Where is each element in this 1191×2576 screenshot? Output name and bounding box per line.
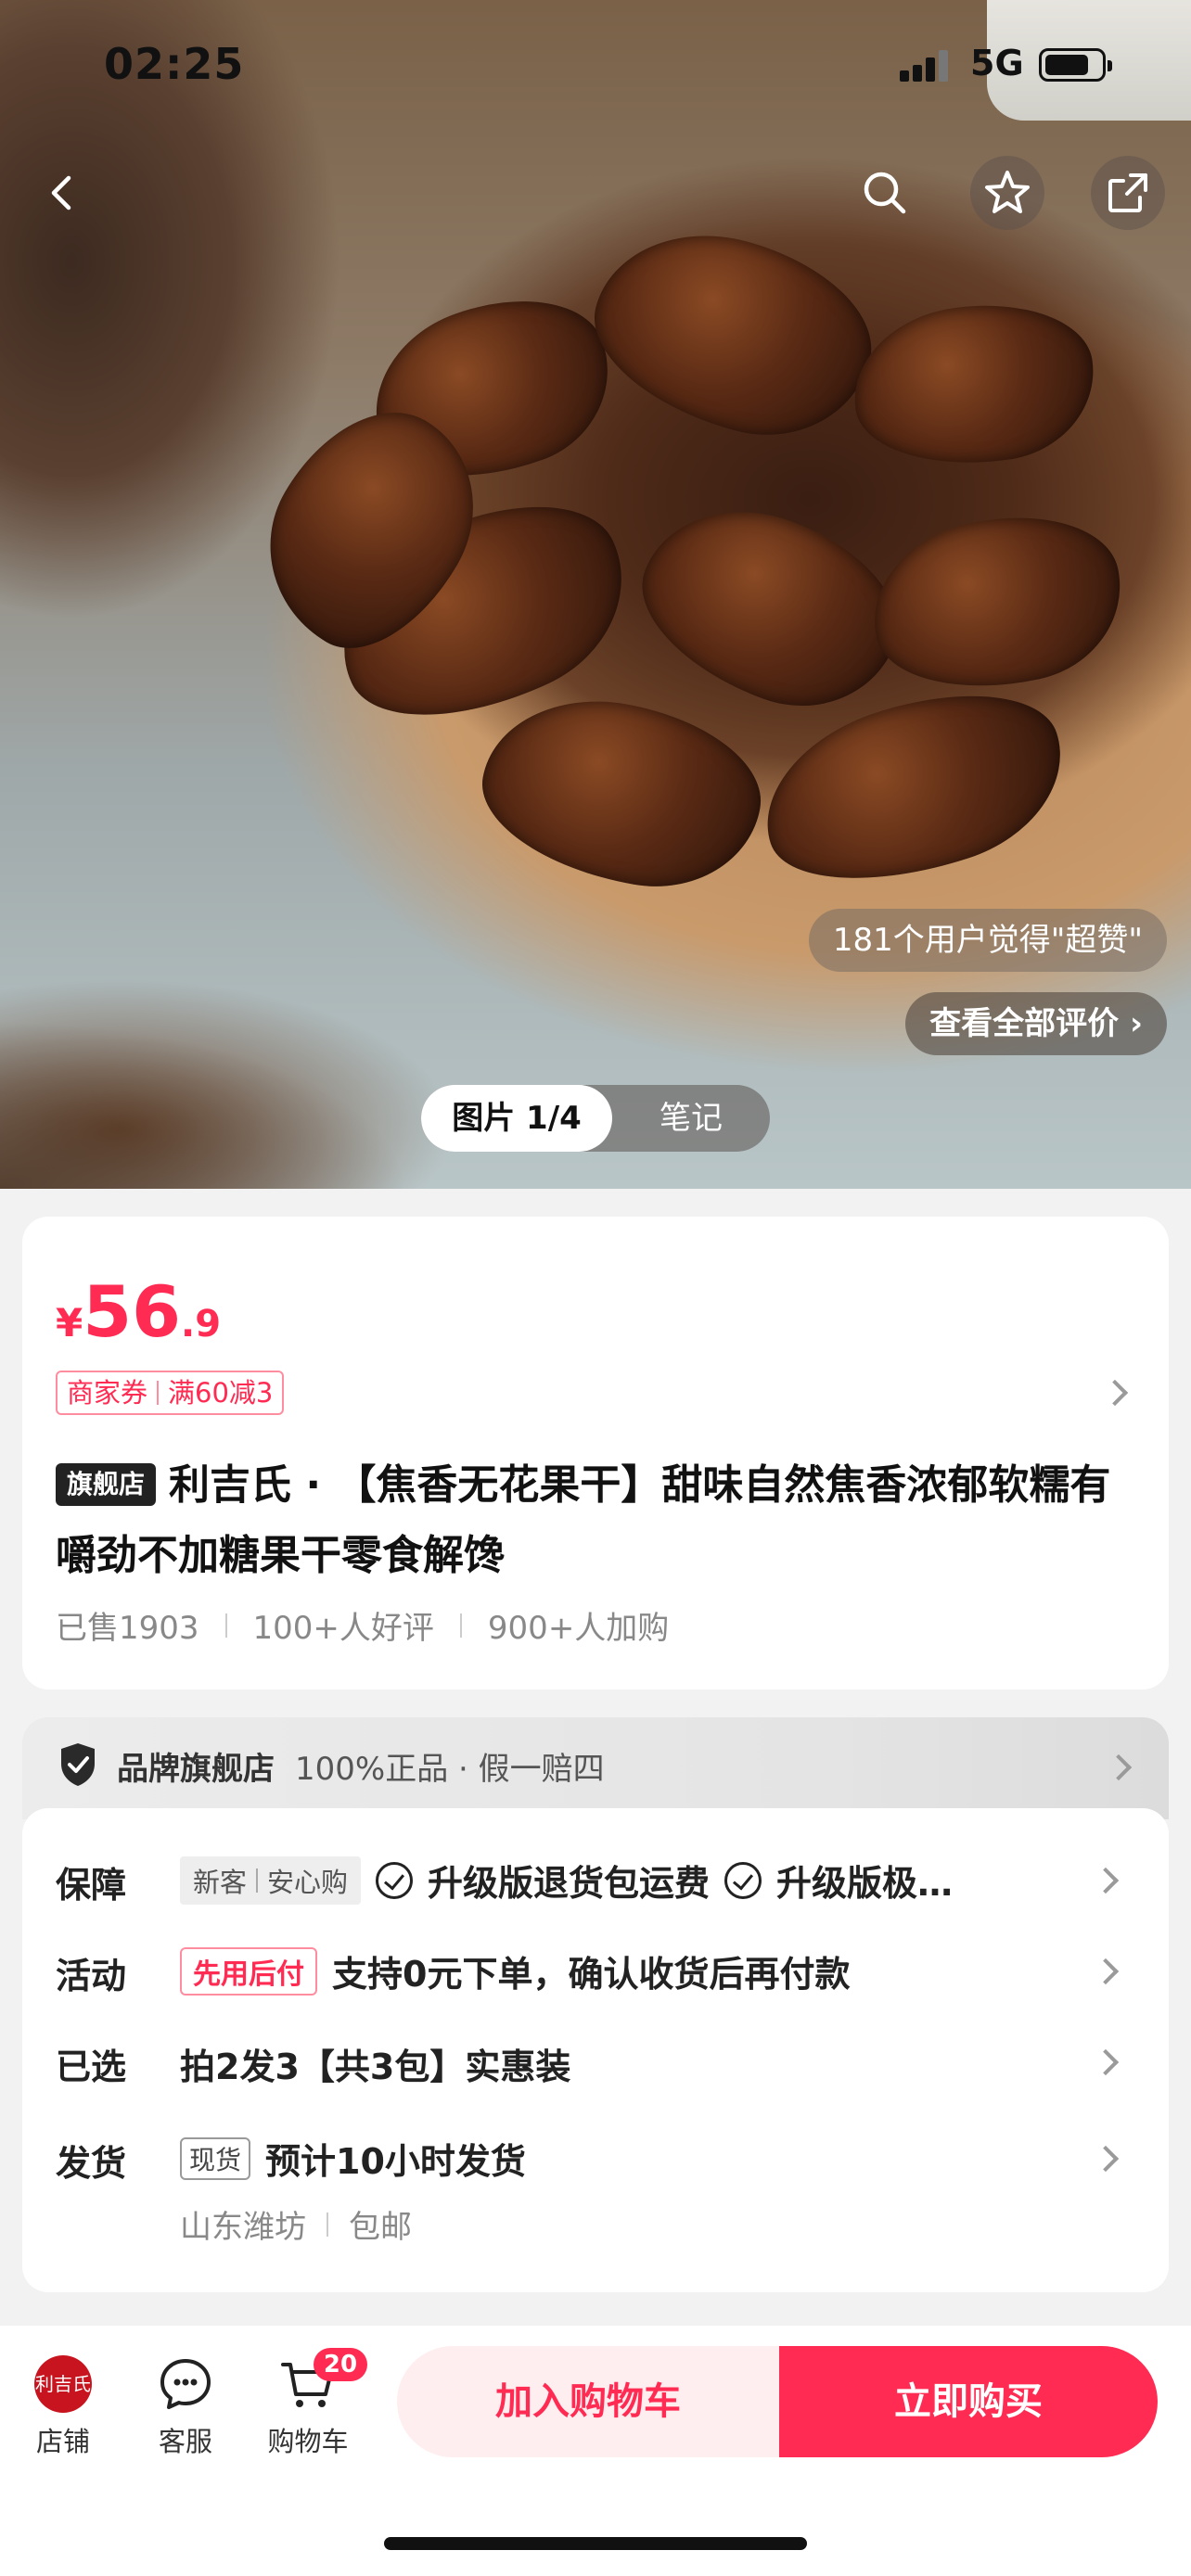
brand-banner[interactable]: 品牌旗舰店 100%正品 · 假一赔四 xyxy=(22,1717,1169,1819)
price: ¥56.9 xyxy=(56,1270,221,1353)
shield-icon xyxy=(61,1743,95,1786)
chevron-right-icon xyxy=(1105,1753,1133,1781)
service-label: 客服 xyxy=(158,2426,212,2457)
store-button[interactable]: 利吉氏 店铺 xyxy=(7,2355,119,2459)
share-icon xyxy=(1108,173,1147,212)
product-info-card: 保障 新客 安心购 升级版退货包运费 升级版极… 活动 先用后付 支持0元下单，… xyxy=(22,1808,1169,2292)
praise-count-pill: 181个用户觉得"超赞" xyxy=(808,909,1167,972)
price-integer: 56 xyxy=(83,1270,181,1353)
shipping-fee: 包邮 xyxy=(349,2209,412,2246)
guarantee-item-1: 升级版退货包运费 xyxy=(428,1863,711,1904)
add-cart-count: 900+人加购 xyxy=(487,1610,670,1647)
guarantee-item-2: 升级版极… xyxy=(776,1863,954,1904)
battery-level xyxy=(1045,55,1089,75)
status-bar: 02:25 5G xyxy=(0,0,1191,130)
stats-divider xyxy=(459,1613,462,1638)
brand-label: 品牌旗舰店 xyxy=(117,1751,275,1788)
coupon-tag[interactable]: 商家券 满60减3 xyxy=(56,1371,285,1415)
shipping-row[interactable]: 发货 现货 预计10小时发货 山东潍坊 包邮 xyxy=(56,2133,1141,2253)
chevron-right-icon xyxy=(1092,1867,1120,1894)
selected-row[interactable]: 已选 拍2发3【共3包】实惠装 xyxy=(56,2036,1141,2092)
star-icon xyxy=(985,171,1030,213)
chevron-right-icon xyxy=(1092,1958,1120,1985)
product-title: 旗舰店 利吉氏 · 【焦香无花果干】甜味自然焦香浓郁软糯有嚼劲不加糖果干零食解馋 xyxy=(56,1450,1141,1591)
guarantee-tag: 新客 安心购 xyxy=(180,1855,362,1905)
network-type: 5G xyxy=(970,43,1024,83)
brand-banner-text: 品牌旗舰店 100%正品 · 假一赔四 xyxy=(117,1743,605,1789)
cart-label: 购物车 xyxy=(267,2426,349,2457)
shipping-label: 发货 xyxy=(56,2143,127,2184)
battery-icon xyxy=(1039,48,1112,82)
shipping-content: 现货 预计10小时发货 xyxy=(180,2133,526,2184)
favorite-button[interactable] xyxy=(970,156,1044,230)
activity-text: 支持0元下单，确认收货后再付款 xyxy=(332,1954,851,1995)
home-indicator[interactable] xyxy=(384,2537,807,2550)
share-button[interactable] xyxy=(1091,156,1165,230)
price-decimal: .9 xyxy=(181,1303,222,1345)
guarantee-tag-b: 安心购 xyxy=(267,1866,349,1898)
add-to-cart-button[interactable]: 加入购物车 xyxy=(397,2346,779,2457)
shipping-details: 山东潍坊 包邮 xyxy=(180,2201,412,2247)
shipping-eta: 预计10小时发货 xyxy=(265,2141,526,2182)
coupon-label: 商家券 xyxy=(67,1377,148,1409)
sales-stats: 已售1903 100+人好评 900+人加购 xyxy=(56,1602,669,1648)
good-review-count: 100+人好评 xyxy=(252,1610,434,1647)
guarantee-tag-divider xyxy=(256,1868,259,1893)
shipping-divider xyxy=(327,2212,328,2237)
check-icon xyxy=(724,1861,762,1899)
selected-label: 已选 xyxy=(56,2047,127,2087)
buy-now-button[interactable]: 立即购买 xyxy=(779,2346,1158,2457)
signal-icon xyxy=(900,50,948,82)
media-tabs: 图片 1/4 笔记 xyxy=(421,1085,770,1152)
product-title-text: 利吉氏 · 【焦香无花果干】甜味自然焦香浓郁软糯有嚼劲不加糖果干零食解馋 xyxy=(56,1461,1111,1579)
tab-notes[interactable]: 笔记 xyxy=(612,1085,770,1152)
product-detail-page: 02:25 5G 181个用户觉得"超赞" 查看全部评价 › 图片 1/4 笔记… xyxy=(0,0,1191,2576)
coupon-value: 满60减3 xyxy=(168,1377,274,1409)
pay-later-tag: 先用后付 xyxy=(180,1946,317,1996)
search-icon xyxy=(864,172,906,214)
guarantee-content: 新客 安心购 升级版退货包运费 升级版极… xyxy=(180,1855,953,1906)
activity-label: 活动 xyxy=(56,1956,127,1996)
chevron-right-icon xyxy=(1092,2145,1120,2173)
in-stock-tag: 现货 xyxy=(180,2136,251,2180)
chat-icon xyxy=(160,2359,211,2409)
product-summary-card: ¥56.9 商家券 满60减3 旗舰店 利吉氏 · 【焦香无花果干】甜味自然焦香浓… xyxy=(22,1217,1169,1690)
store-label: 店铺 xyxy=(35,2426,90,2457)
guarantee-label: 保障 xyxy=(56,1865,127,1906)
shipping-origin: 山东潍坊 xyxy=(180,2209,306,2246)
customer-service-button[interactable]: 客服 xyxy=(130,2355,241,2459)
store-logo: 利吉氏 xyxy=(34,2355,92,2413)
stats-divider xyxy=(224,1613,227,1638)
check-icon xyxy=(376,1861,414,1899)
status-time: 02:25 xyxy=(104,39,245,89)
selected-variant: 拍2发3【共3包】实惠装 xyxy=(180,2047,571,2087)
cart-count-badge: 20 xyxy=(314,2348,367,2381)
cart-button[interactable]: 20 购物车 xyxy=(252,2348,367,2459)
flagship-badge: 旗舰店 xyxy=(56,1463,157,1506)
back-button[interactable] xyxy=(26,156,100,230)
view-all-reviews-button[interactable]: 查看全部评价 › xyxy=(905,992,1167,1055)
tab-photos[interactable]: 图片 1/4 xyxy=(421,1085,612,1152)
price-currency: ¥ xyxy=(56,1300,83,1345)
selected-content: 拍2发3【共3包】实惠装 xyxy=(180,2038,570,2089)
search-button[interactable] xyxy=(848,156,922,230)
chevron-right-icon xyxy=(1092,2048,1120,2076)
brand-sub: 100%正品 · 假一赔四 xyxy=(295,1751,605,1788)
activity-row[interactable]: 活动 先用后付 支持0元下单，确认收货后再付款 xyxy=(56,1945,1141,2001)
sold-count: 已售1903 xyxy=(56,1610,199,1647)
guarantee-row[interactable]: 保障 新客 安心购 升级版退货包运费 升级版极… xyxy=(56,1855,1141,1910)
back-icon xyxy=(51,175,71,210)
guarantee-tag-a: 新客 xyxy=(193,1866,248,1898)
activity-content: 先用后付 支持0元下单，确认收货后再付款 xyxy=(180,1945,850,1996)
chevron-right-icon[interactable] xyxy=(1101,1379,1129,1407)
coupon-divider xyxy=(157,1381,160,1405)
